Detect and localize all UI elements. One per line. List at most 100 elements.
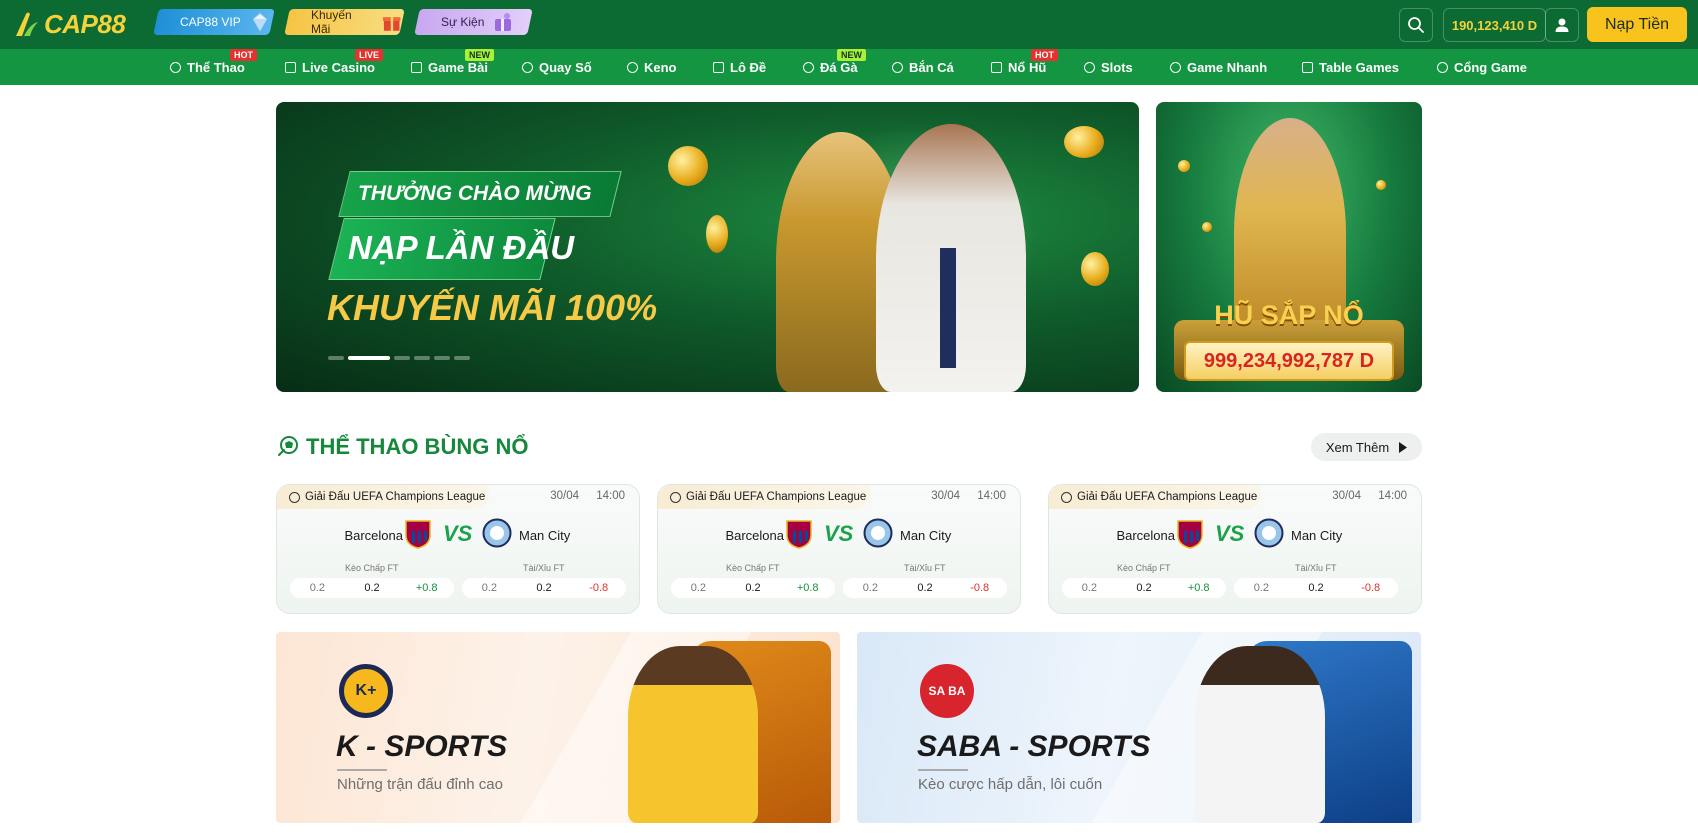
odds-value[interactable]: 0.2: [1117, 582, 1172, 594]
nav-item-table-games[interactable]: Table Games: [1302, 49, 1399, 85]
nav-item-lo-de[interactable]: Lô Đề: [713, 49, 766, 85]
gold-coin-icon: [1081, 252, 1109, 286]
rocket-icon: [1170, 61, 1181, 73]
nav-item-slots[interactable]: Slots: [1084, 49, 1133, 85]
live-badge: LIVE: [355, 49, 384, 61]
league-name: Giải Đấu UEFA Champions League: [686, 491, 867, 503]
odds-value[interactable]: 0.2: [1062, 582, 1117, 594]
promo-khuyen-mai-button[interactable]: Khuyến Mãi: [284, 8, 405, 36]
league-tag: Giải Đấu UEFA Champions League: [658, 485, 870, 509]
match-card[interactable]: Giải Đấu UEFA Champions League 30/04 14:…: [1048, 484, 1422, 614]
odds-value[interactable]: 0.2: [1234, 582, 1289, 594]
provider-k-sports[interactable]: K+ K - SPORTS Những trận đấu đỉnh cao: [276, 632, 840, 823]
new-badge: NEW: [465, 49, 494, 61]
odds-value[interactable]: 0.2: [1289, 582, 1344, 594]
man-city-crest-icon: [863, 518, 893, 548]
odds-value[interactable]: 0.2: [671, 582, 726, 594]
carousel-dot[interactable]: [394, 356, 410, 360]
carousel-dot[interactable]: [454, 356, 470, 360]
user-account-button[interactable]: [1545, 8, 1579, 42]
nav-item-the-thao[interactable]: Thể Thao HOT: [170, 49, 257, 85]
site-logo[interactable]: CAP88: [14, 8, 126, 40]
search-button[interactable]: [1399, 8, 1433, 42]
home-team: Barcelona: [725, 528, 784, 543]
match-card[interactable]: Giải Đấu UEFA Champions League 30/04 14:…: [276, 484, 640, 614]
handicap-odds[interactable]: 0.2 0.2 +0.8: [1062, 578, 1226, 598]
provider-subtitle: Kèo cược hấp dẫn, lôi cuốn: [918, 776, 1103, 793]
over-under-odds[interactable]: 0.2 0.2 -0.8: [1234, 578, 1398, 598]
nav-item-cong-game[interactable]: Cổng Game: [1437, 49, 1527, 85]
odds-value[interactable]: 0.2: [462, 582, 517, 594]
deposit-button[interactable]: Nạp Tiền: [1587, 7, 1687, 42]
nav-item-keno[interactable]: Keno: [627, 49, 677, 85]
carousel-dot[interactable]: [434, 356, 450, 360]
playing-card-icon: [411, 61, 422, 73]
hot-badge: HOT: [1031, 49, 1058, 61]
jackpot-title: HŨ SẮP NỔ: [1214, 300, 1364, 330]
nav-item-no-hu[interactable]: Nổ Hũ HOT: [991, 49, 1058, 85]
promo-khuyen-mai-label: Khuyến Mãi: [311, 8, 352, 36]
user-icon: [1555, 18, 1569, 32]
nav-item-game-bai[interactable]: Game Bài NEW: [411, 49, 494, 85]
odds-value[interactable]: +0.8: [399, 582, 454, 594]
hero-line-2: NẠP LẦN ĐẦU: [348, 229, 575, 266]
carousel-dots: [328, 356, 470, 360]
odds-value[interactable]: 0.2: [898, 582, 953, 594]
nav-item-label: Nổ Hũ: [1008, 59, 1047, 75]
league-name: Giải Đấu UEFA Champions League: [305, 491, 486, 503]
match-time: 14:00: [977, 490, 1006, 502]
handicap-label: Kèo Chấp FT: [1117, 563, 1171, 573]
gold-coin-icon: [1202, 222, 1212, 232]
handicap-label: Kèo Chấp FT: [345, 563, 399, 573]
promo-vip-button[interactable]: CAP88 VIP: [153, 9, 275, 35]
nav-item-da-ga[interactable]: Đá Gà NEW: [803, 49, 866, 85]
nav-item-ban-ca[interactable]: Bắn Cá: [892, 49, 954, 85]
odds-value[interactable]: 0.2: [726, 582, 781, 594]
barcelona-crest-icon: [405, 520, 431, 549]
odds-value[interactable]: 0.2: [345, 582, 400, 594]
promo-su-kien-button[interactable]: Sự Kiện: [414, 9, 533, 35]
odds-value[interactable]: +0.8: [1171, 582, 1226, 594]
odds-value[interactable]: 0.2: [517, 582, 572, 594]
odds-value[interactable]: 0.2: [843, 582, 898, 594]
hero-carousel[interactable]: THƯỞNG CHÀO MỪNG NẠP LẦN ĐẦU KHUYẾN MÃI …: [276, 102, 1139, 392]
carousel-dot[interactable]: [328, 356, 344, 360]
nav-item-live-casino[interactable]: Live Casino LIVE: [285, 49, 384, 85]
match-time: 14:00: [596, 490, 625, 502]
slot-machine-icon: [1084, 61, 1095, 73]
over-under-label: Tài/Xỉu FT: [904, 563, 946, 573]
carousel-dot-active[interactable]: [348, 356, 390, 360]
nav-item-game-nhanh[interactable]: Game Nhanh: [1170, 49, 1267, 85]
nav-item-label: Slots: [1101, 59, 1133, 75]
carousel-dot[interactable]: [414, 356, 430, 360]
promo-vip-label: CAP88 VIP: [180, 15, 241, 29]
nav-item-label: Cổng Game: [1454, 59, 1527, 75]
handicap-odds[interactable]: 0.2 0.2 +0.8: [671, 578, 835, 598]
barcelona-crest-icon: [1177, 520, 1203, 549]
provider-title: K - SPORTS: [336, 730, 508, 763]
provider-title: SABA - SPORTS: [917, 730, 1151, 763]
handicap-odds[interactable]: 0.2 0.2 +0.8: [290, 578, 454, 598]
odds-value[interactable]: +0.8: [780, 582, 835, 594]
gift-icon: [382, 17, 401, 31]
match-time: 14:00: [1378, 490, 1407, 502]
gold-coin-icon: [1376, 180, 1386, 190]
jackpot-amount: 999,234,992,787 D: [1184, 341, 1394, 381]
odds-value[interactable]: -0.8: [952, 582, 1007, 594]
provider-saba-sports[interactable]: SA BA SABA - SPORTS Kèo cược hấp dẫn, lô…: [857, 632, 1421, 823]
match-card[interactable]: Giải Đấu UEFA Champions League 30/04 14:…: [657, 484, 1021, 614]
league-tag: Giải Đấu UEFA Champions League: [1049, 485, 1261, 509]
see-more-button[interactable]: Xem Thêm: [1311, 433, 1422, 461]
odds-value[interactable]: -0.8: [1343, 582, 1398, 594]
account-balance[interactable]: 190,123,410 D: [1443, 8, 1546, 42]
over-under-label: Tài/Xỉu FT: [1295, 563, 1337, 573]
cards-icon: [285, 61, 296, 73]
saba-logo: SA BA: [920, 664, 974, 718]
jackpot-banner[interactable]: HŨ SẮP NỔ 999,234,992,787 D: [1156, 102, 1422, 392]
odds-value[interactable]: 0.2: [290, 582, 345, 594]
over-under-odds[interactable]: 0.2 0.2 -0.8: [843, 578, 1007, 598]
over-under-odds[interactable]: 0.2 0.2 -0.8: [462, 578, 626, 598]
odds-value[interactable]: -0.8: [571, 582, 626, 594]
nav-item-quay-so[interactable]: Quay Số: [522, 49, 592, 85]
home-team: Barcelona: [1116, 528, 1175, 543]
